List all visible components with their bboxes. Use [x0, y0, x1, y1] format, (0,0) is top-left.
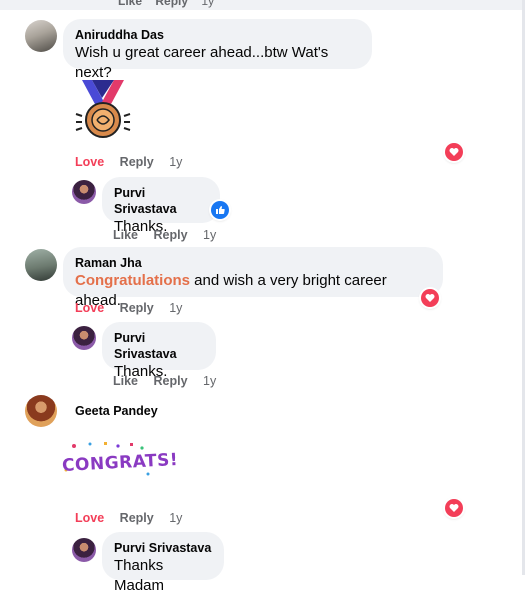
highlighted-text[interactable]: Congratulations: [75, 272, 190, 289]
reply-bubble: Purvi Srivastava Thanks Madam: [102, 532, 224, 594]
love-button[interactable]: Love: [75, 511, 104, 525]
reply-text: Thanks Madam: [114, 557, 165, 594]
comment-bubble: Raman Jha Congratulations and wish a ver…: [63, 247, 443, 309]
like-icon[interactable]: [211, 201, 229, 219]
reply-button[interactable]: Reply: [120, 155, 154, 169]
reply-button[interactable]: Reply: [120, 301, 154, 315]
congrats-sticker: CONGRATS!: [60, 440, 179, 486]
reply-actions: Like Reply 1y: [113, 228, 228, 242]
avatar[interactable]: [72, 180, 96, 204]
reply-button[interactable]: Reply: [120, 511, 154, 525]
avatar[interactable]: [25, 249, 57, 281]
reply-button[interactable]: Reply: [154, 374, 188, 388]
like-button[interactable]: Like: [118, 0, 142, 8]
comment-actions: Love Reply 1y: [75, 301, 194, 315]
reply-actions: Like Reply 1y: [113, 374, 228, 388]
timestamp: 1y: [169, 155, 183, 169]
timestamp: 1y: [169, 511, 183, 525]
love-button[interactable]: Love: [75, 301, 104, 315]
comment-author[interactable]: Raman Jha: [75, 255, 431, 271]
previous-comment-footer: Like Reply 1y: [0, 0, 525, 10]
reply-bubble: Purvi Srivastava Thanks.: [102, 322, 216, 380]
reply-author[interactable]: Purvi Srivastava: [114, 185, 208, 217]
reply-button[interactable]: Reply: [154, 228, 188, 242]
comment-actions: Love Reply 1y: [75, 511, 194, 525]
timestamp: 1y: [169, 301, 183, 315]
comment-author[interactable]: Geeta Pandey: [75, 403, 158, 419]
avatar[interactable]: [25, 395, 57, 427]
timestamp: 1y: [203, 374, 217, 388]
timestamp: 1y: [201, 0, 215, 8]
like-button[interactable]: Like: [113, 374, 138, 388]
avatar[interactable]: [72, 538, 96, 562]
reply-bubble: Purvi Srivastava Thanks.: [102, 177, 220, 235]
like-button[interactable]: Like: [113, 228, 138, 242]
comment-actions: Love Reply 1y: [75, 155, 194, 169]
avatar[interactable]: [25, 20, 57, 52]
comment-author[interactable]: Aniruddha Das: [75, 27, 360, 43]
heart-icon[interactable]: [445, 143, 463, 161]
reply-button[interactable]: Reply: [155, 0, 188, 8]
love-button[interactable]: Love: [75, 155, 104, 169]
avatar[interactable]: [72, 326, 96, 350]
heart-icon[interactable]: [421, 289, 439, 307]
reply-author[interactable]: Purvi Srivastava: [114, 330, 204, 362]
heart-icon[interactable]: [445, 499, 463, 517]
timestamp: 1y: [203, 228, 217, 242]
medal-sticker: [75, 80, 131, 138]
comment-bubble: Aniruddha Das Wish u great career ahead.…: [63, 19, 372, 81]
reply-author[interactable]: Purvi Srivastava: [114, 540, 212, 556]
